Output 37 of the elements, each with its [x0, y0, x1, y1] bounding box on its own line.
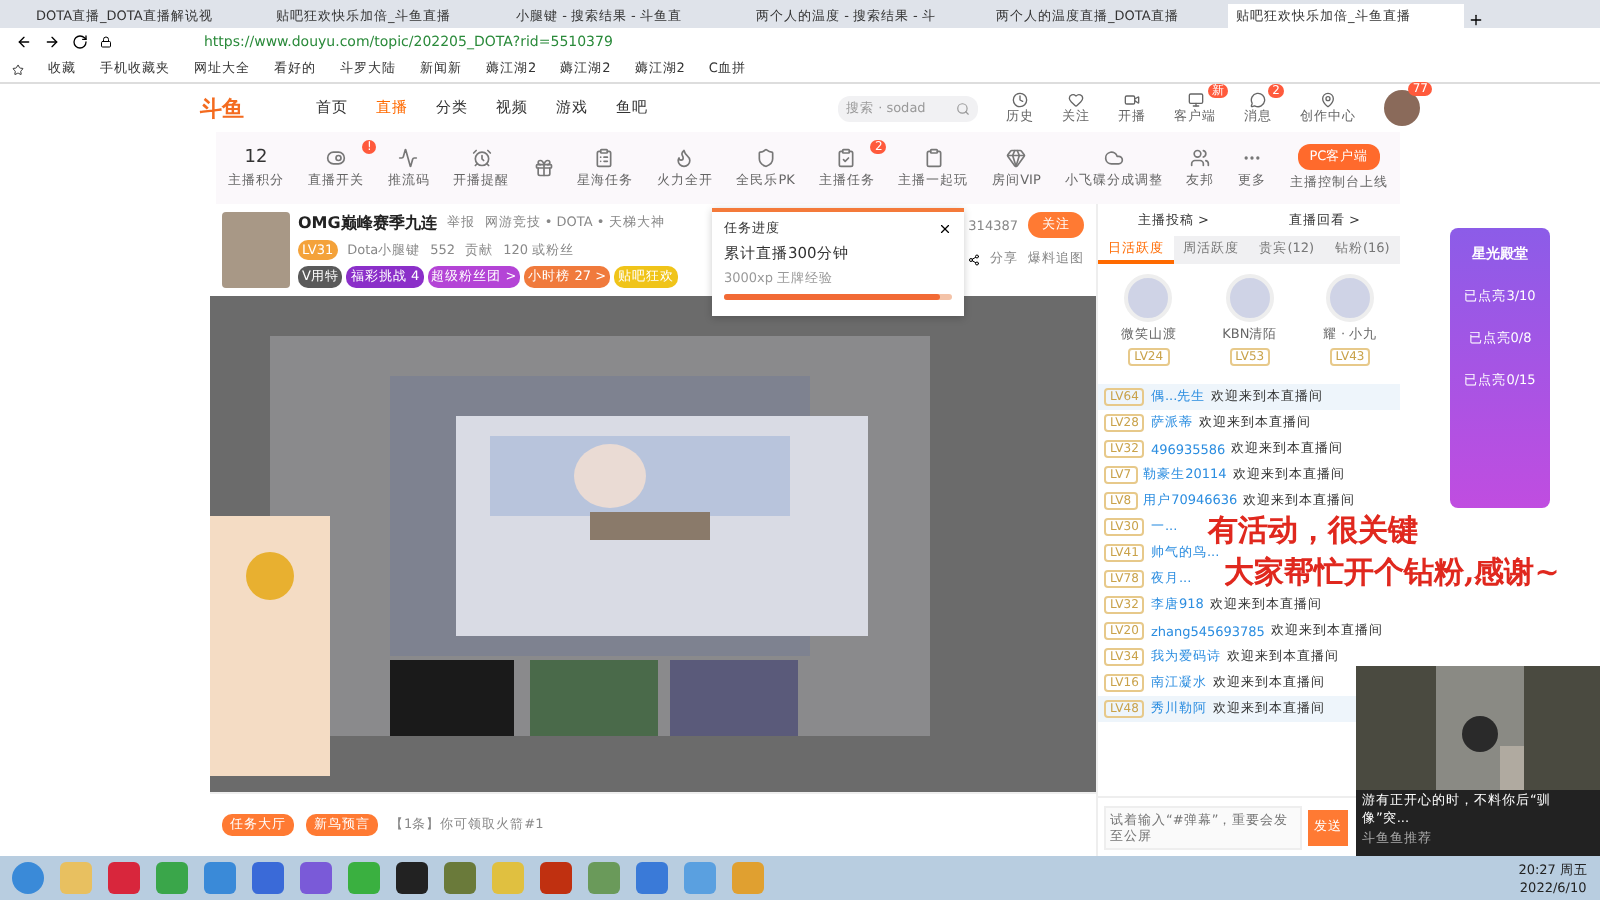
monitor-icon: [1187, 91, 1203, 107]
overlay-caption: 有活动，很关键: [1208, 512, 1418, 550]
search-icon[interactable]: [956, 101, 970, 115]
user-avatar[interactable]: [1384, 90, 1420, 126]
clipboard-icon: [594, 147, 615, 167]
app-icon[interactable]: [396, 862, 428, 894]
forward-icon[interactable]: [44, 34, 60, 50]
new-tab-icon[interactable]: [1468, 12, 1484, 28]
reload-icon[interactable]: [72, 34, 88, 50]
chat-icon: [1250, 91, 1266, 107]
flame-icon: [674, 147, 695, 167]
cloud-icon: [1103, 147, 1124, 167]
score-value: 12: [244, 147, 268, 167]
toggle-icon: [325, 147, 346, 167]
video-icon: [1124, 91, 1140, 107]
fan-avatar[interactable]: [1326, 274, 1375, 322]
back-icon[interactable]: [16, 34, 32, 50]
stream-title: OMG巅峰赛季九连: [298, 212, 437, 234]
lock-icon: [100, 36, 112, 48]
alarm-icon: [471, 147, 492, 167]
pin-icon: [1320, 91, 1336, 107]
gem-icon: [1006, 147, 1027, 167]
fan-avatar[interactable]: [1124, 274, 1173, 322]
shield-icon: [755, 147, 776, 167]
checklist-icon: [836, 147, 857, 167]
clipboard-icon: [923, 147, 944, 167]
users-icon: [1190, 147, 1211, 167]
fan-avatar[interactable]: [1225, 274, 1274, 322]
star-icon: [12, 63, 24, 75]
clock-icon: [1012, 91, 1028, 107]
close-icon[interactable]: [938, 222, 952, 236]
pulse-icon: [398, 147, 419, 167]
share-icon[interactable]: [968, 253, 980, 265]
gift-icon[interactable]: [533, 158, 554, 178]
start-button[interactable]: [12, 862, 44, 894]
streamer-avatar: [222, 212, 290, 288]
heart-icon: [1068, 91, 1084, 107]
